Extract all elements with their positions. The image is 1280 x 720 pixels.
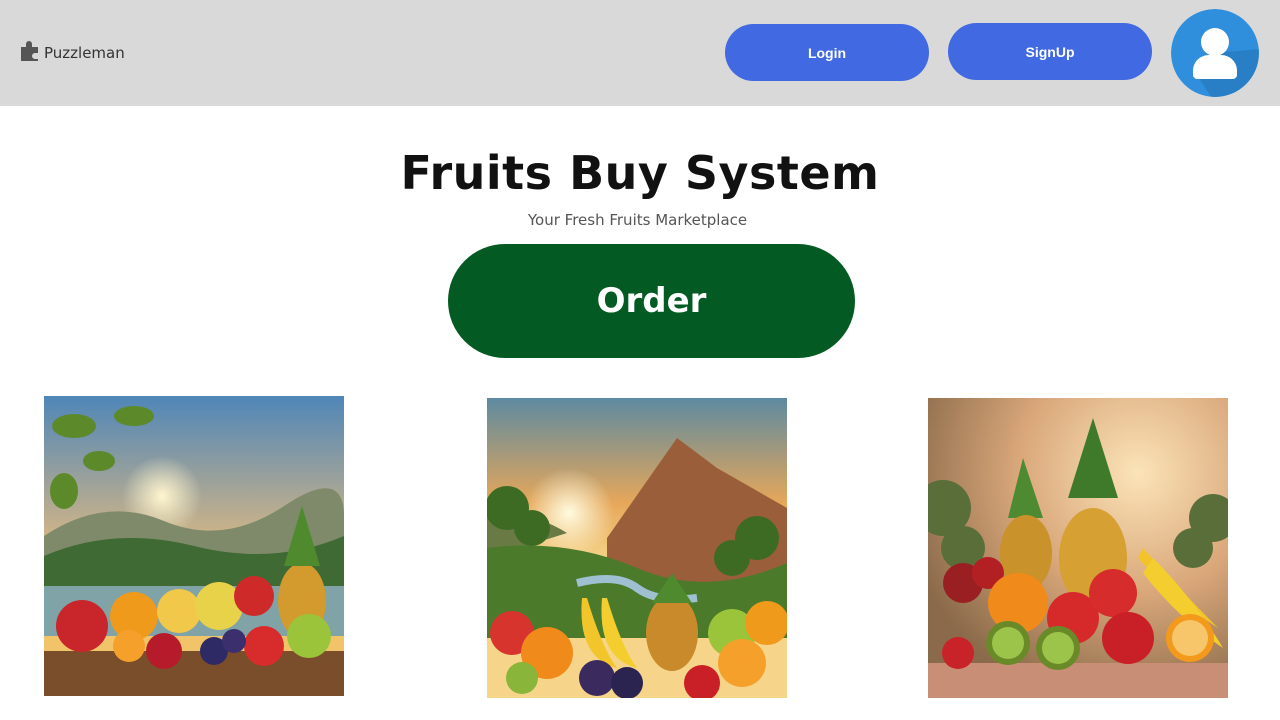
login-button[interactable]: Login — [725, 24, 929, 81]
page-subtitle: Your Fresh Fruits Marketplace — [527, 211, 748, 229]
brand[interactable]: Puzzleman — [20, 40, 125, 66]
fruit-image-pineapple-display — [928, 398, 1228, 698]
fruit-image-lake-sunset — [44, 396, 344, 696]
user-avatar-icon[interactable] — [1171, 9, 1259, 97]
top-bar: Puzzleman Login SignUp — [0, 0, 1280, 106]
brand-name: Puzzleman — [44, 44, 125, 62]
puzzle-icon — [20, 40, 40, 66]
fruit-image-valley-sunset — [487, 398, 787, 698]
order-button[interactable]: Order — [448, 244, 855, 358]
page-title: Fruits Buy System — [400, 146, 880, 200]
signup-button[interactable]: SignUp — [948, 23, 1152, 80]
